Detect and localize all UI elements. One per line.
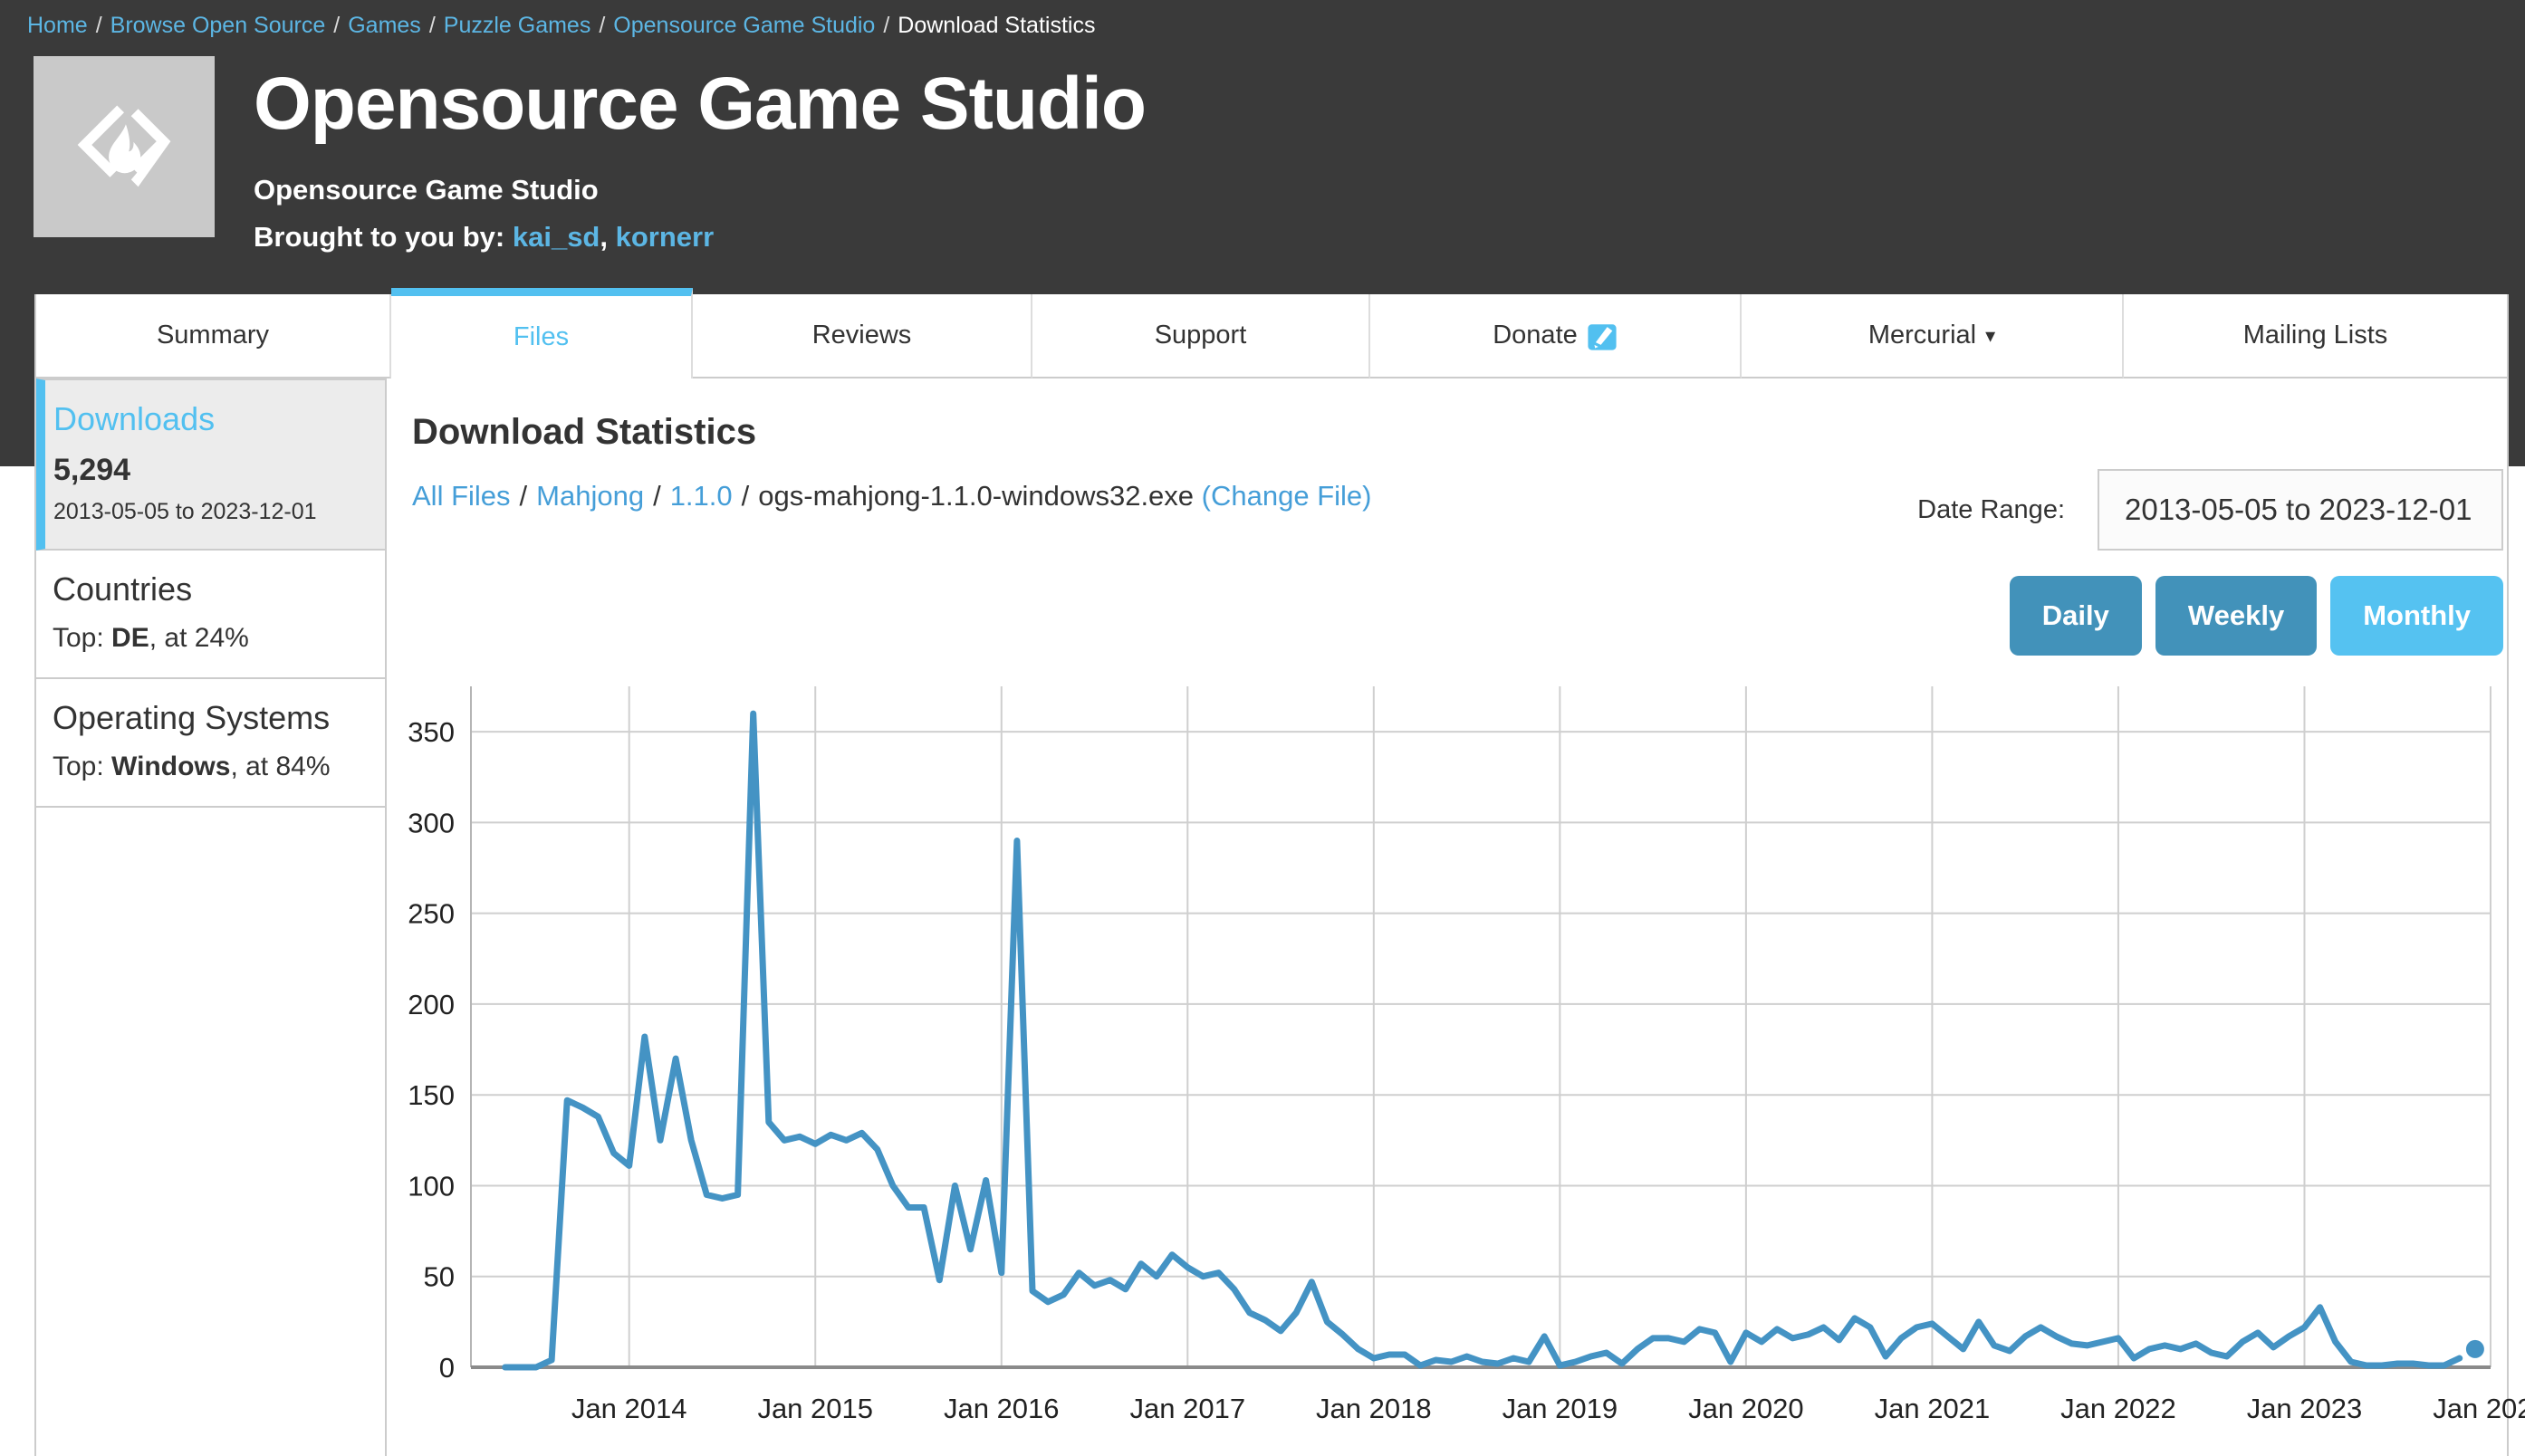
content-container: Summary Files Reviews Support Donate Mer… xyxy=(34,294,2509,1456)
project-title: Opensource Game Studio xyxy=(254,62,1146,147)
file-breadcrumb-mahjong[interactable]: Mahjong xyxy=(536,480,644,512)
breadcrumb: Home / Browse Open Source / Games / Puzzle Gam… xyxy=(27,13,1095,39)
os-top-value: Windows xyxy=(111,752,230,781)
maintainer-link-kornerr[interactable]: kornerr xyxy=(616,221,715,253)
page-title: Download Statistics xyxy=(412,412,2507,453)
breadcrumb-separator: / xyxy=(429,13,436,38)
monthly-button[interactable]: Monthly xyxy=(2330,576,2503,656)
breadcrumb-separator: / xyxy=(599,13,605,38)
comma: , xyxy=(600,221,608,253)
tab-mercurial-label: Mercurial xyxy=(1868,321,1976,350)
sidebar-downloads-title: Downloads xyxy=(53,400,372,438)
tab-donate-label: Donate xyxy=(1493,321,1578,350)
maintainer-link-kai-sd[interactable]: kai_sd xyxy=(513,221,600,253)
project-logo xyxy=(34,56,215,237)
file-breadcrumb-separator: / xyxy=(520,480,528,512)
chart-controls: Date Range: Daily Weekly Monthly xyxy=(1917,469,2503,656)
period-buttons: Daily Weekly Monthly xyxy=(1917,576,2503,656)
project-tab-bar: Summary Files Reviews Support Donate Mer… xyxy=(36,294,2507,378)
tab-files[interactable]: Files xyxy=(391,288,693,378)
tab-reviews[interactable]: Reviews xyxy=(693,294,1032,378)
countries-top-value: DE xyxy=(111,623,149,653)
file-breadcrumb-file-name: ogs-mahjong-1.1.0-windows32.exe xyxy=(758,480,1194,512)
file-breadcrumb-version[interactable]: 1.1.0 xyxy=(670,480,733,512)
file-breadcrumb-separator: / xyxy=(653,480,661,512)
breadcrumb-link-puzzle-games[interactable]: Puzzle Games xyxy=(444,13,591,38)
content-row: Downloads 5,294 2013-05-05 to 2023-12-01… xyxy=(36,378,2507,1456)
file-breadcrumb-all-files[interactable]: All Files xyxy=(412,480,511,512)
tab-summary[interactable]: Summary xyxy=(36,294,391,378)
weekly-button[interactable]: Weekly xyxy=(2155,576,2317,656)
sidebar-item-downloads[interactable]: Downloads 5,294 2013-05-05 to 2023-12-01 xyxy=(36,378,385,551)
tab-support[interactable]: Support xyxy=(1032,294,1370,378)
breadcrumb-link-games[interactable]: Games xyxy=(348,13,421,38)
breadcrumb-link-home[interactable]: Home xyxy=(27,13,88,38)
download-statistics-page: Home / Browse Open Source / Games / Puzzle Gam… xyxy=(0,0,2525,1456)
change-file-link[interactable]: (Change File) xyxy=(1202,480,1372,512)
os-top-stat: Top: Windows, at 84% xyxy=(53,752,372,782)
main-panel: Download Statistics All Files/Mahjong/1.… xyxy=(387,378,2507,1456)
caret-down-icon: ▾ xyxy=(1985,324,1995,348)
breadcrumb-link-browse[interactable]: Browse Open Source xyxy=(110,13,326,38)
countries-top-stat: Top: DE, at 24% xyxy=(53,623,372,654)
brought-label: Brought to you by: xyxy=(254,221,504,253)
sidebar-os-title: Operating Systems xyxy=(53,699,372,737)
stats-sidebar: Downloads 5,294 2013-05-05 to 2023-12-01… xyxy=(36,378,387,1456)
project-subtitle: Opensource Game Studio xyxy=(254,174,1146,206)
sidebar-item-operating-systems[interactable]: Operating Systems Top: Windows, at 84% xyxy=(36,679,385,808)
breadcrumb-current: Download Statistics xyxy=(898,13,1095,38)
file-breadcrumb-separator: / xyxy=(742,480,750,512)
daily-button[interactable]: Daily xyxy=(2010,576,2142,656)
date-range-row: Date Range: xyxy=(1917,469,2503,551)
flame-diamond-icon xyxy=(65,88,183,206)
external-edit-icon xyxy=(1587,321,1618,351)
downloads-date-range: 2013-05-05 to 2023-12-01 xyxy=(53,499,372,525)
tab-donate[interactable]: Donate xyxy=(1370,294,1742,378)
downloads-total: 5,294 xyxy=(53,453,372,488)
sidebar-countries-title: Countries xyxy=(53,570,372,608)
brought-to-you-by: Brought to you by: kai_sd, kornerr xyxy=(254,221,1146,254)
tab-mailing-lists[interactable]: Mailing Lists xyxy=(2124,294,2507,378)
project-header: Opensource Game Studio Opensource Game S… xyxy=(34,56,1146,254)
tab-mercurial[interactable]: Mercurial ▾ xyxy=(1742,294,2124,378)
date-range-label: Date Range: xyxy=(1917,495,2065,525)
sidebar-item-countries[interactable]: Countries Top: DE, at 24% xyxy=(36,551,385,679)
breadcrumb-separator: / xyxy=(883,13,889,38)
breadcrumb-separator: / xyxy=(96,13,102,38)
date-range-input[interactable] xyxy=(2098,469,2503,551)
breadcrumb-separator: / xyxy=(333,13,340,38)
breadcrumb-link-project[interactable]: Opensource Game Studio xyxy=(613,13,875,38)
